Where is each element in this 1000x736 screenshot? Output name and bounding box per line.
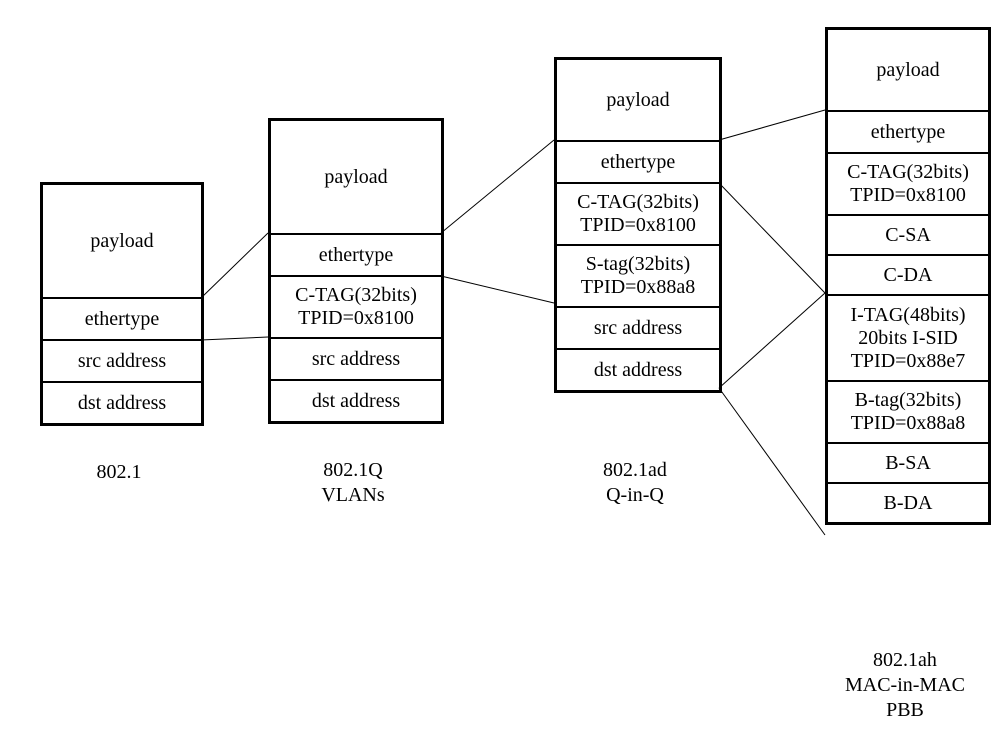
cell-text: ethertype [85,308,159,331]
cell-ethertype: ethertype [43,299,201,341]
cell-c-sa: C-SA [828,216,988,256]
cell-dst-address: dst address [271,381,441,421]
cell-text: dst address [594,359,682,382]
cell-src-address: src address [271,339,441,381]
cell-payload: payload [271,121,441,235]
cell-text: ethertype [871,121,945,144]
cell-text: C-TAG(32bits) TPID=0x8100 [577,191,699,237]
cell-text: C-TAG(32bits) TPID=0x8100 [295,284,417,330]
cell-text: payload [876,59,939,82]
cell-text: B-tag(32bits) TPID=0x88a8 [851,389,966,435]
stack-802-1ad: payload ethertype C-TAG(32bits) TPID=0x8… [554,57,722,393]
cell-text: ethertype [319,244,393,267]
cell-payload: payload [828,30,988,112]
cell-text: dst address [312,390,400,413]
cell-c-tag: C-TAG(32bits) TPID=0x8100 [557,184,719,246]
cell-payload: payload [557,60,719,142]
cell-text: B-DA [884,492,933,515]
label-802-1ad: 802.1ad Q-in-Q [554,458,716,508]
label-text: 802.1 [97,461,142,483]
cell-text: C-DA [884,264,933,287]
cell-ethertype: ethertype [271,235,441,277]
label-text: 802.1Q VLANs [321,459,384,506]
cell-b-sa: B-SA [828,444,988,484]
stack-802-1: payload ethertype src address dst addres… [40,182,204,426]
cell-b-tag: B-tag(32bits) TPID=0x88a8 [828,382,988,444]
cell-src-address: src address [557,308,719,350]
cell-text: payload [324,166,387,189]
label-802-1ah: 802.1ah MAC-in-MAC PBB [825,648,985,723]
stack-802-1q: payload ethertype C-TAG(32bits) TPID=0x8… [268,118,444,424]
cell-text: dst address [78,392,166,415]
cell-text: src address [312,348,400,371]
cell-text: C-TAG(32bits) TPID=0x8100 [847,161,969,207]
cell-src-address: src address [43,341,201,383]
cell-b-da: B-DA [828,484,988,522]
cell-ethertype: ethertype [828,112,988,154]
cell-dst-address: dst address [43,383,201,423]
cell-c-tag: C-TAG(32bits) TPID=0x8100 [271,277,441,339]
label-802-1: 802.1 [40,460,198,485]
cell-text: src address [78,350,166,373]
cell-s-tag: S-tag(32bits) TPID=0x88a8 [557,246,719,308]
cell-text: I-TAG(48bits) 20bits I-SID TPID=0x88e7 [850,304,965,373]
cell-c-tag: C-TAG(32bits) TPID=0x8100 [828,154,988,216]
stack-802-1ah: payload ethertype C-TAG(32bits) TPID=0x8… [825,27,991,525]
cell-text: payload [606,89,669,112]
cell-dst-address: dst address [557,350,719,390]
cell-c-da: C-DA [828,256,988,296]
cell-ethertype: ethertype [557,142,719,184]
cell-payload: payload [43,185,201,299]
cell-text: src address [594,317,682,340]
cell-i-tag: I-TAG(48bits) 20bits I-SID TPID=0x88e7 [828,296,988,382]
cell-text: S-tag(32bits) TPID=0x88a8 [581,253,696,299]
label-text: 802.1ad Q-in-Q [603,459,667,506]
cell-text: B-SA [885,452,931,475]
cell-text: C-SA [885,224,931,247]
cell-text: ethertype [601,151,675,174]
cell-text: payload [90,230,153,253]
label-text: 802.1ah MAC-in-MAC PBB [845,649,965,721]
label-802-1q: 802.1Q VLANs [268,458,438,508]
